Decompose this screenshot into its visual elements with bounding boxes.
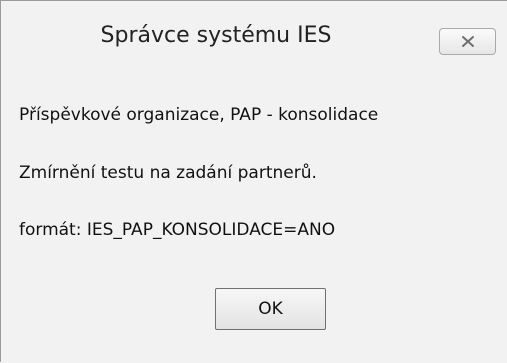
dialog-content: Příspěvkové organizace, PAP - konsolidac… bbox=[1, 73, 507, 363]
message-line-3: formát: IES_PAP_KONSOLIDACE=ANO bbox=[19, 220, 336, 240]
window-title: Správce systému IES bbox=[100, 23, 332, 48]
close-x-icon bbox=[461, 35, 475, 48]
message-line-1: Příspěvkové organizace, PAP - konsolidac… bbox=[19, 105, 379, 125]
message-line-2: Zmírnění testu na zadání partnerů. bbox=[19, 163, 317, 183]
title-bar: Správce systému IES bbox=[1, 1, 507, 73]
ok-button[interactable]: OK bbox=[215, 288, 326, 330]
dialog-window: Správce systému IES Příspěvkové organiza… bbox=[0, 0, 507, 363]
close-button[interactable] bbox=[439, 28, 496, 55]
